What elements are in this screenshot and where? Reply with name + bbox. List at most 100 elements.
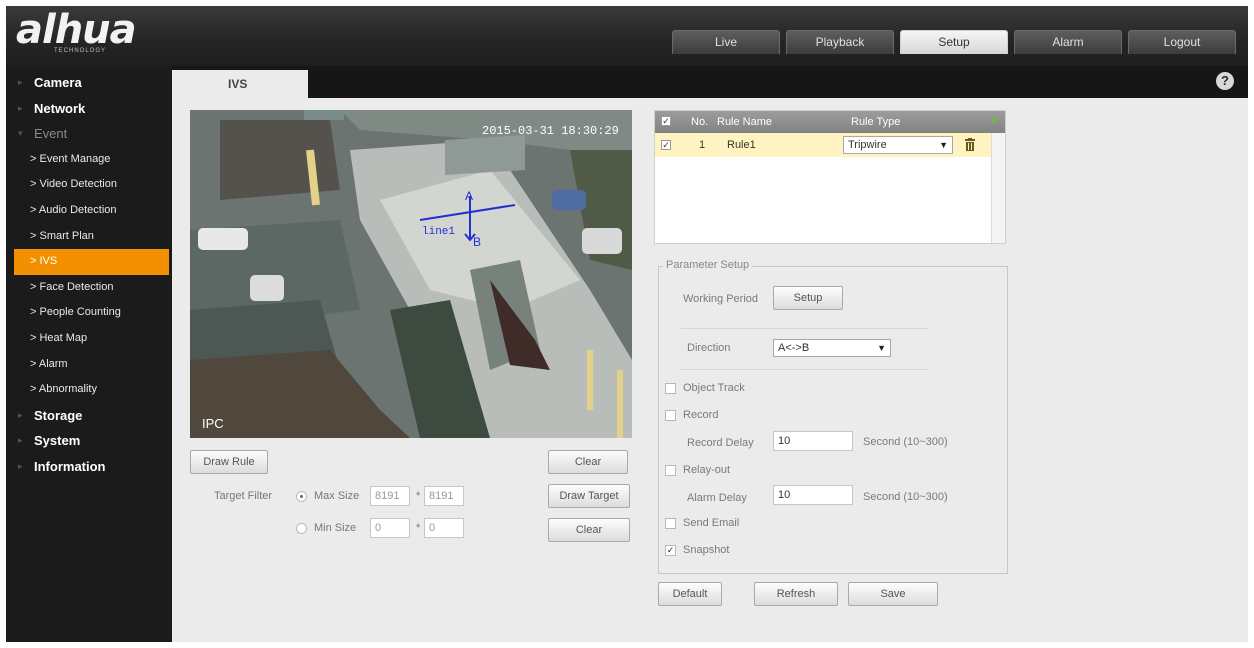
collapsed-marker-icon: ▸ bbox=[18, 102, 23, 113]
sidebar-subitem-people-counting[interactable]: > People Counting bbox=[6, 300, 172, 326]
rule-point-b: B bbox=[473, 235, 481, 249]
divider bbox=[681, 328, 929, 329]
sidebar-label-storage: Storage bbox=[34, 407, 83, 423]
rules-table: ✓ No. Rule Name Rule Type + ✓ 1 Rule1 Tr… bbox=[654, 110, 1006, 244]
min-times-label: * bbox=[416, 522, 421, 534]
parameter-setup-title: Parameter Setup bbox=[663, 259, 753, 271]
main-area: IVS ? line1 A B 2015-03-31 18:30:29 IPC … bbox=[172, 66, 1248, 642]
min-width-input[interactable]: 0 bbox=[370, 518, 410, 538]
nav-tab-live[interactable]: Live bbox=[672, 30, 780, 54]
max-size-radio[interactable] bbox=[296, 491, 307, 502]
sidebar-subitem-alarm[interactable]: > Alarm bbox=[6, 352, 172, 378]
clear-rule-button[interactable]: Clear bbox=[548, 450, 628, 474]
sidebar-item-camera[interactable]: ▸ Camera bbox=[6, 70, 172, 96]
row-rule-name[interactable]: Rule1 bbox=[727, 133, 756, 157]
snapshot-label: Snapshot bbox=[683, 544, 730, 556]
video-preview[interactable]: line1 A B 2015-03-31 18:30:29 IPC bbox=[190, 110, 632, 438]
max-size-label: Max Size bbox=[314, 490, 360, 502]
working-period-setup-button[interactable]: Setup bbox=[773, 286, 843, 310]
select-all-checkbox[interactable]: ✓ bbox=[661, 116, 671, 126]
min-size-radio[interactable] bbox=[296, 523, 307, 534]
rule-type-select[interactable]: Tripwire ▼ bbox=[843, 136, 953, 154]
rules-table-scrollbar[interactable] bbox=[991, 133, 1005, 243]
nav-tab-playback[interactable]: Playback bbox=[786, 30, 894, 54]
row-no: 1 bbox=[699, 139, 706, 151]
refresh-button[interactable]: Refresh bbox=[754, 582, 838, 606]
collapsed-marker-icon: ▸ bbox=[18, 409, 23, 420]
sidebar-subitem-abnormality[interactable]: > Abnormality bbox=[6, 377, 172, 403]
snapshot-checkbox[interactable]: ✓ bbox=[665, 545, 676, 556]
camera-scene-image: line1 A B bbox=[190, 110, 632, 438]
collapsed-marker-icon: ▸ bbox=[18, 77, 23, 87]
sidebar-item-event[interactable]: ▾ Event bbox=[6, 121, 172, 147]
brand-subtitle: TECHNOLOGY bbox=[54, 48, 107, 54]
relay-out-checkbox[interactable] bbox=[665, 465, 676, 476]
max-height-input[interactable]: 8191 bbox=[424, 486, 464, 506]
rule-type-value: Tripwire bbox=[848, 139, 887, 151]
sidebar-label-system: System bbox=[34, 433, 81, 449]
object-track-label: Object Track bbox=[683, 382, 745, 394]
sidebar-item-network[interactable]: ▸ Network bbox=[6, 96, 172, 122]
record-delay-unit: Second (10~300) bbox=[863, 436, 948, 448]
top-nav: Live Playback Setup Alarm Logout bbox=[672, 30, 1236, 54]
delete-rule-icon[interactable] bbox=[965, 138, 975, 151]
max-width-input[interactable]: 8191 bbox=[370, 486, 410, 506]
sidebar-label-information: Information bbox=[34, 458, 106, 474]
sidebar-subitem-audio-detection[interactable]: > Audio Detection bbox=[6, 198, 172, 224]
send-email-label: Send Email bbox=[683, 517, 740, 529]
working-period-label: Working Period bbox=[683, 293, 758, 305]
max-times-label: * bbox=[416, 490, 421, 502]
sidebar: ▸ Camera ▸ Network ▾ Event > Event Manage >… bbox=[6, 66, 172, 642]
alarm-delay-input[interactable]: 10 bbox=[773, 485, 853, 505]
relay-out-label: Relay-out bbox=[683, 464, 731, 476]
sidebar-item-storage[interactable]: ▸ Storage bbox=[6, 403, 172, 429]
divider bbox=[681, 369, 929, 370]
chevron-down-icon: ▼ bbox=[877, 343, 886, 353]
sidebar-subitem-heat-map[interactable]: > Heat Map bbox=[6, 326, 172, 352]
send-email-checkbox[interactable] bbox=[665, 518, 676, 529]
sidebar-item-information[interactable]: ▸ Information bbox=[6, 454, 172, 480]
min-height-input[interactable]: 0 bbox=[424, 518, 464, 538]
record-checkbox[interactable] bbox=[665, 410, 676, 421]
sidebar-label-event: Event bbox=[34, 126, 68, 142]
sidebar-item-system[interactable]: ▸ System bbox=[6, 428, 172, 454]
default-button[interactable]: Default bbox=[658, 582, 722, 606]
sidebar-label-network: Network bbox=[34, 100, 86, 116]
sidebar-subitem-video-detection[interactable]: > Video Detection bbox=[6, 172, 172, 198]
draw-rule-button[interactable]: Draw Rule bbox=[190, 450, 268, 474]
video-osd-label: IPC bbox=[202, 416, 224, 431]
direction-label: Direction bbox=[687, 342, 731, 354]
col-rule-name: Rule Name bbox=[717, 116, 773, 128]
rules-table-header: ✓ No. Rule Name Rule Type + bbox=[655, 111, 1005, 133]
sidebar-subitem-event-manage[interactable]: > Event Manage bbox=[6, 147, 172, 173]
save-button[interactable]: Save bbox=[848, 582, 938, 606]
object-track-checkbox[interactable] bbox=[665, 383, 676, 394]
direction-value: A<->B bbox=[778, 342, 810, 354]
direction-select[interactable]: A<->B ▼ bbox=[773, 339, 891, 357]
brand-logo: alhua bbox=[16, 7, 137, 53]
clear-target-button[interactable]: Clear bbox=[548, 518, 630, 542]
table-row[interactable]: ✓ 1 Rule1 Tripwire ▼ bbox=[655, 133, 991, 157]
nav-tab-setup[interactable]: Setup bbox=[900, 30, 1008, 54]
add-rule-icon[interactable]: + bbox=[987, 113, 1001, 129]
collapsed-marker-icon: ▸ bbox=[18, 435, 23, 446]
nav-tab-logout[interactable]: Logout bbox=[1128, 30, 1236, 54]
rule-point-a: A bbox=[465, 189, 473, 203]
nav-tab-alarm[interactable]: Alarm bbox=[1014, 30, 1122, 54]
chevron-down-icon: ▼ bbox=[939, 140, 948, 150]
alarm-delay-label: Alarm Delay bbox=[687, 492, 747, 504]
tab-ivs[interactable]: IVS bbox=[172, 70, 308, 98]
record-delay-label: Record Delay bbox=[687, 437, 754, 449]
help-icon[interactable]: ? bbox=[1216, 72, 1234, 90]
rule-line-label: line1 bbox=[422, 226, 455, 238]
parameter-setup-group: Parameter Setup Working Period Setup Dir… bbox=[658, 259, 1008, 574]
sidebar-subitem-smart-plan[interactable]: > Smart Plan bbox=[6, 224, 172, 250]
target-filter-label: Target Filter bbox=[214, 490, 273, 502]
sidebar-subitem-face-detection[interactable]: > Face Detection bbox=[6, 275, 172, 301]
record-delay-input[interactable]: 10 bbox=[773, 431, 853, 451]
expanded-marker-icon: ▾ bbox=[18, 128, 23, 139]
header-bar: alhua TECHNOLOGY Live Playback Setup Ala… bbox=[6, 6, 1248, 66]
draw-target-button[interactable]: Draw Target bbox=[548, 484, 630, 508]
row-checkbox[interactable]: ✓ bbox=[661, 140, 671, 150]
sidebar-subitem-ivs[interactable]: > IVS bbox=[14, 249, 169, 275]
